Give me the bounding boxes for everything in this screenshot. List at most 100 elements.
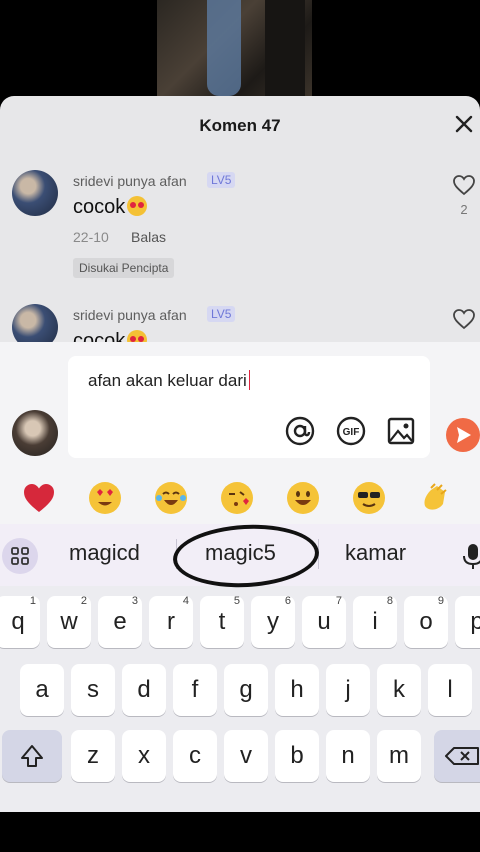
clapping-hands-emoji-icon[interactable] (419, 482, 451, 514)
comment-item: sridevi punya afan LV5 cocok 22-10 Balas… (0, 168, 480, 288)
key-p[interactable]: p0 (455, 596, 480, 648)
hand-drawn-circle-annotation (171, 521, 321, 591)
key-g[interactable]: g (224, 664, 268, 716)
key-o[interactable]: o9 (404, 595, 448, 648)
key-u[interactable]: u7 (302, 595, 346, 648)
key-f[interactable]: f (173, 664, 217, 716)
key-k[interactable]: k (377, 664, 421, 716)
key-label: y (267, 608, 279, 635)
key-c[interactable]: c (173, 730, 217, 782)
key-a[interactable]: a (20, 664, 64, 716)
quick-emoji-bar (0, 472, 480, 524)
key-q[interactable]: q1 (0, 595, 40, 648)
level-badge: LV5 (207, 306, 236, 322)
key-i[interactable]: i8 (353, 595, 397, 648)
grid-icon (11, 547, 29, 565)
comment-composer: afan akan keluar dari GIF (0, 342, 480, 472)
video-figure-left (207, 0, 241, 96)
close-icon[interactable] (452, 112, 476, 136)
svg-text:GIF: GIF (343, 427, 360, 438)
key-number-hint: 7 (335, 595, 342, 607)
key-x[interactable]: x (122, 730, 166, 782)
my-avatar (12, 410, 58, 456)
image-icon[interactable] (385, 415, 417, 447)
comment-input-value: afan akan keluar dari (88, 370, 251, 391)
comment-item: sridevi punya afan LV5 cocok (0, 302, 480, 346)
key-d[interactable]: d (122, 664, 166, 716)
key-number-hint: 2 (80, 595, 87, 607)
send-arrow-icon (457, 427, 471, 443)
comments-title: Komen 47 (199, 116, 281, 135)
key-v[interactable]: v (224, 730, 268, 782)
key-label: e (113, 608, 127, 635)
send-button[interactable] (446, 418, 480, 452)
key-y[interactable]: y6 (251, 595, 295, 648)
key-l[interactable]: l (428, 664, 472, 716)
key-z[interactable]: z (71, 730, 115, 782)
key-number-hint: 1 (29, 595, 36, 607)
key-h[interactable]: h (275, 664, 319, 716)
key-r[interactable]: r4 (149, 595, 193, 648)
suggestion-3[interactable]: kamar (345, 540, 406, 566)
creator-liked-badge: Disukai Pencipta (73, 258, 175, 278)
key-b[interactable]: b (275, 730, 319, 782)
key-e[interactable]: e3 (98, 595, 142, 648)
key-number-hint: 8 (386, 595, 393, 607)
suggestion-1[interactable]: magicd (69, 540, 140, 566)
avatar[interactable] (12, 170, 58, 216)
heart-eyes-emoji-icon[interactable] (89, 482, 121, 514)
key-number-hint: 3 (131, 595, 138, 607)
sunglasses-emoji-icon[interactable] (353, 482, 385, 514)
like-count: 2 (460, 202, 468, 217)
like-heart-icon[interactable] (452, 174, 476, 196)
comments-sheet: Komen 47 sridevi punya afan LV5 cocok 22… (0, 96, 480, 346)
key-t[interactable]: t5 (200, 595, 244, 648)
input-text: afan akan keluar dari (88, 371, 247, 390)
on-screen-keyboard: magicd magic5 kamar q1w2e3r4t5y6u7i8o9p0… (0, 521, 480, 812)
comment-text-value: cocok (73, 196, 126, 218)
backspace-icon (445, 747, 479, 765)
key-label: i (372, 608, 378, 635)
backspace-key[interactable] (434, 730, 480, 782)
key-s[interactable]: s (71, 664, 115, 716)
key-label: q (11, 608, 25, 635)
suggestion-bar: magicd magic5 kamar (0, 521, 480, 591)
comment-username[interactable]: sridevi punya afan (73, 173, 187, 189)
like-heart-icon[interactable] (452, 308, 476, 330)
key-m[interactable]: m (377, 730, 421, 782)
key-j[interactable]: j (326, 664, 370, 716)
key-label: r (167, 608, 175, 635)
key-w[interactable]: w2 (47, 595, 91, 648)
face-blowing-kiss-emoji-icon[interactable] (221, 482, 253, 514)
key-number-hint: 5 (233, 595, 240, 607)
level-badge: LV5 (207, 172, 236, 188)
heart-eyes-emoji-icon (127, 196, 148, 216)
comment-username[interactable]: sridevi punya afan (73, 307, 187, 323)
red-heart-emoji-icon[interactable] (22, 482, 56, 514)
comment-date: 22-10 (73, 229, 109, 245)
key-label: t (218, 608, 226, 635)
shift-arrow-icon (21, 745, 43, 767)
mention-icon[interactable] (284, 415, 316, 447)
key-label: u (317, 608, 331, 635)
gif-icon[interactable]: GIF (335, 415, 367, 447)
key-number-hint: 6 (284, 595, 291, 607)
comment-text: cocok (73, 196, 148, 219)
keyboard-menu-button[interactable] (2, 538, 38, 574)
key-label: w (60, 608, 78, 635)
comment-input[interactable]: afan akan keluar dari (68, 356, 430, 458)
video-background (157, 0, 312, 96)
key-number-hint: 4 (182, 595, 189, 607)
key-label: o (419, 608, 433, 635)
key-n[interactable]: n (326, 730, 370, 782)
key-label: p (470, 608, 480, 635)
microphone-icon[interactable] (460, 542, 480, 570)
navigation-bar (0, 812, 480, 852)
avatar[interactable] (12, 304, 58, 346)
reply-button[interactable]: Balas (131, 229, 166, 245)
tears-of-joy-emoji-icon[interactable] (155, 482, 187, 514)
video-figure-right (265, 0, 305, 96)
key-number-hint: 9 (437, 595, 444, 607)
grinning-emoji-icon[interactable] (287, 482, 319, 514)
shift-key[interactable] (2, 730, 62, 782)
